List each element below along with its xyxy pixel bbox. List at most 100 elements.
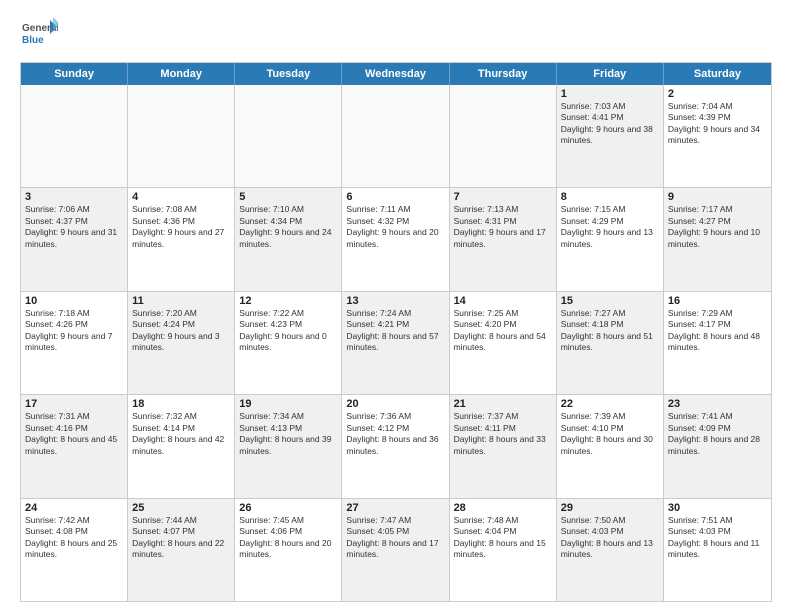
- day-number: 30: [668, 502, 767, 514]
- day-cell-21: 21Sunrise: 7:37 AMSunset: 4:11 PMDayligh…: [450, 395, 557, 497]
- empty-cell-0-2: [235, 85, 342, 187]
- day-cell-17: 17Sunrise: 7:31 AMSunset: 4:16 PMDayligh…: [21, 395, 128, 497]
- day-cell-29: 29Sunrise: 7:50 AMSunset: 4:03 PMDayligh…: [557, 499, 664, 601]
- day-info: Sunrise: 7:13 AMSunset: 4:31 PMDaylight:…: [454, 204, 552, 250]
- day-cell-10: 10Sunrise: 7:18 AMSunset: 4:26 PMDayligh…: [21, 292, 128, 394]
- day-info: Sunrise: 7:17 AMSunset: 4:27 PMDaylight:…: [668, 204, 767, 250]
- calendar-body: 1Sunrise: 7:03 AMSunset: 4:41 PMDaylight…: [21, 85, 771, 601]
- day-number: 13: [346, 295, 444, 307]
- day-info: Sunrise: 7:42 AMSunset: 4:08 PMDaylight:…: [25, 515, 123, 561]
- day-info: Sunrise: 7:39 AMSunset: 4:10 PMDaylight:…: [561, 411, 659, 457]
- day-info: Sunrise: 7:18 AMSunset: 4:26 PMDaylight:…: [25, 308, 123, 354]
- header-cell-sunday: Sunday: [21, 63, 128, 85]
- calendar-row-4: 17Sunrise: 7:31 AMSunset: 4:16 PMDayligh…: [21, 395, 771, 498]
- day-info: Sunrise: 7:45 AMSunset: 4:06 PMDaylight:…: [239, 515, 337, 561]
- day-info: Sunrise: 7:51 AMSunset: 4:03 PMDaylight:…: [668, 515, 767, 561]
- header-cell-thursday: Thursday: [450, 63, 557, 85]
- day-cell-2: 2Sunrise: 7:04 AMSunset: 4:39 PMDaylight…: [664, 85, 771, 187]
- day-number: 18: [132, 398, 230, 410]
- day-info: Sunrise: 7:32 AMSunset: 4:14 PMDaylight:…: [132, 411, 230, 457]
- day-cell-30: 30Sunrise: 7:51 AMSunset: 4:03 PMDayligh…: [664, 499, 771, 601]
- day-number: 28: [454, 502, 552, 514]
- header-cell-monday: Monday: [128, 63, 235, 85]
- day-cell-11: 11Sunrise: 7:20 AMSunset: 4:24 PMDayligh…: [128, 292, 235, 394]
- day-info: Sunrise: 7:20 AMSunset: 4:24 PMDaylight:…: [132, 308, 230, 354]
- day-info: Sunrise: 7:11 AMSunset: 4:32 PMDaylight:…: [346, 204, 444, 250]
- day-info: Sunrise: 7:36 AMSunset: 4:12 PMDaylight:…: [346, 411, 444, 457]
- day-number: 26: [239, 502, 337, 514]
- empty-cell-0-0: [21, 85, 128, 187]
- day-info: Sunrise: 7:08 AMSunset: 4:36 PMDaylight:…: [132, 204, 230, 250]
- day-info: Sunrise: 7:37 AMSunset: 4:11 PMDaylight:…: [454, 411, 552, 457]
- day-number: 5: [239, 191, 337, 203]
- day-number: 19: [239, 398, 337, 410]
- day-cell-4: 4Sunrise: 7:08 AMSunset: 4:36 PMDaylight…: [128, 188, 235, 290]
- day-number: 29: [561, 502, 659, 514]
- day-info: Sunrise: 7:31 AMSunset: 4:16 PMDaylight:…: [25, 411, 123, 457]
- day-number: 20: [346, 398, 444, 410]
- empty-cell-0-3: [342, 85, 449, 187]
- day-info: Sunrise: 7:15 AMSunset: 4:29 PMDaylight:…: [561, 204, 659, 250]
- logo: General Blue: [20, 16, 58, 54]
- logo-svg: General Blue: [20, 16, 58, 54]
- page-header: General Blue: [20, 16, 772, 54]
- calendar-row-1: 1Sunrise: 7:03 AMSunset: 4:41 PMDaylight…: [21, 85, 771, 188]
- header-cell-saturday: Saturday: [664, 63, 771, 85]
- day-info: Sunrise: 7:34 AMSunset: 4:13 PMDaylight:…: [239, 411, 337, 457]
- day-info: Sunrise: 7:50 AMSunset: 4:03 PMDaylight:…: [561, 515, 659, 561]
- day-cell-19: 19Sunrise: 7:34 AMSunset: 4:13 PMDayligh…: [235, 395, 342, 497]
- day-number: 10: [25, 295, 123, 307]
- day-cell-26: 26Sunrise: 7:45 AMSunset: 4:06 PMDayligh…: [235, 499, 342, 601]
- day-number: 1: [561, 88, 659, 100]
- day-cell-7: 7Sunrise: 7:13 AMSunset: 4:31 PMDaylight…: [450, 188, 557, 290]
- svg-text:Blue: Blue: [22, 35, 44, 46]
- day-cell-3: 3Sunrise: 7:06 AMSunset: 4:37 PMDaylight…: [21, 188, 128, 290]
- day-number: 14: [454, 295, 552, 307]
- day-number: 2: [668, 88, 767, 100]
- calendar-row-5: 24Sunrise: 7:42 AMSunset: 4:08 PMDayligh…: [21, 499, 771, 601]
- header-cell-tuesday: Tuesday: [235, 63, 342, 85]
- day-info: Sunrise: 7:10 AMSunset: 4:34 PMDaylight:…: [239, 204, 337, 250]
- day-number: 15: [561, 295, 659, 307]
- calendar-header: SundayMondayTuesdayWednesdayThursdayFrid…: [21, 63, 771, 85]
- day-number: 9: [668, 191, 767, 203]
- header-cell-friday: Friday: [557, 63, 664, 85]
- day-cell-15: 15Sunrise: 7:27 AMSunset: 4:18 PMDayligh…: [557, 292, 664, 394]
- day-cell-25: 25Sunrise: 7:44 AMSunset: 4:07 PMDayligh…: [128, 499, 235, 601]
- day-number: 8: [561, 191, 659, 203]
- day-number: 21: [454, 398, 552, 410]
- day-cell-27: 27Sunrise: 7:47 AMSunset: 4:05 PMDayligh…: [342, 499, 449, 601]
- day-cell-23: 23Sunrise: 7:41 AMSunset: 4:09 PMDayligh…: [664, 395, 771, 497]
- calendar-row-2: 3Sunrise: 7:06 AMSunset: 4:37 PMDaylight…: [21, 188, 771, 291]
- day-cell-13: 13Sunrise: 7:24 AMSunset: 4:21 PMDayligh…: [342, 292, 449, 394]
- day-cell-9: 9Sunrise: 7:17 AMSunset: 4:27 PMDaylight…: [664, 188, 771, 290]
- header-cell-wednesday: Wednesday: [342, 63, 449, 85]
- day-cell-22: 22Sunrise: 7:39 AMSunset: 4:10 PMDayligh…: [557, 395, 664, 497]
- day-number: 25: [132, 502, 230, 514]
- day-cell-20: 20Sunrise: 7:36 AMSunset: 4:12 PMDayligh…: [342, 395, 449, 497]
- day-number: 11: [132, 295, 230, 307]
- day-info: Sunrise: 7:25 AMSunset: 4:20 PMDaylight:…: [454, 308, 552, 354]
- day-number: 3: [25, 191, 123, 203]
- day-info: Sunrise: 7:41 AMSunset: 4:09 PMDaylight:…: [668, 411, 767, 457]
- day-info: Sunrise: 7:47 AMSunset: 4:05 PMDaylight:…: [346, 515, 444, 561]
- day-info: Sunrise: 7:29 AMSunset: 4:17 PMDaylight:…: [668, 308, 767, 354]
- day-cell-1: 1Sunrise: 7:03 AMSunset: 4:41 PMDaylight…: [557, 85, 664, 187]
- day-info: Sunrise: 7:24 AMSunset: 4:21 PMDaylight:…: [346, 308, 444, 354]
- day-number: 16: [668, 295, 767, 307]
- day-cell-16: 16Sunrise: 7:29 AMSunset: 4:17 PMDayligh…: [664, 292, 771, 394]
- day-number: 27: [346, 502, 444, 514]
- day-info: Sunrise: 7:22 AMSunset: 4:23 PMDaylight:…: [239, 308, 337, 354]
- day-number: 4: [132, 191, 230, 203]
- day-cell-28: 28Sunrise: 7:48 AMSunset: 4:04 PMDayligh…: [450, 499, 557, 601]
- day-info: Sunrise: 7:04 AMSunset: 4:39 PMDaylight:…: [668, 101, 767, 147]
- day-info: Sunrise: 7:48 AMSunset: 4:04 PMDaylight:…: [454, 515, 552, 561]
- day-number: 22: [561, 398, 659, 410]
- day-cell-8: 8Sunrise: 7:15 AMSunset: 4:29 PMDaylight…: [557, 188, 664, 290]
- day-info: Sunrise: 7:27 AMSunset: 4:18 PMDaylight:…: [561, 308, 659, 354]
- day-number: 17: [25, 398, 123, 410]
- day-cell-6: 6Sunrise: 7:11 AMSunset: 4:32 PMDaylight…: [342, 188, 449, 290]
- calendar: SundayMondayTuesdayWednesdayThursdayFrid…: [20, 62, 772, 602]
- day-info: Sunrise: 7:06 AMSunset: 4:37 PMDaylight:…: [25, 204, 123, 250]
- day-cell-24: 24Sunrise: 7:42 AMSunset: 4:08 PMDayligh…: [21, 499, 128, 601]
